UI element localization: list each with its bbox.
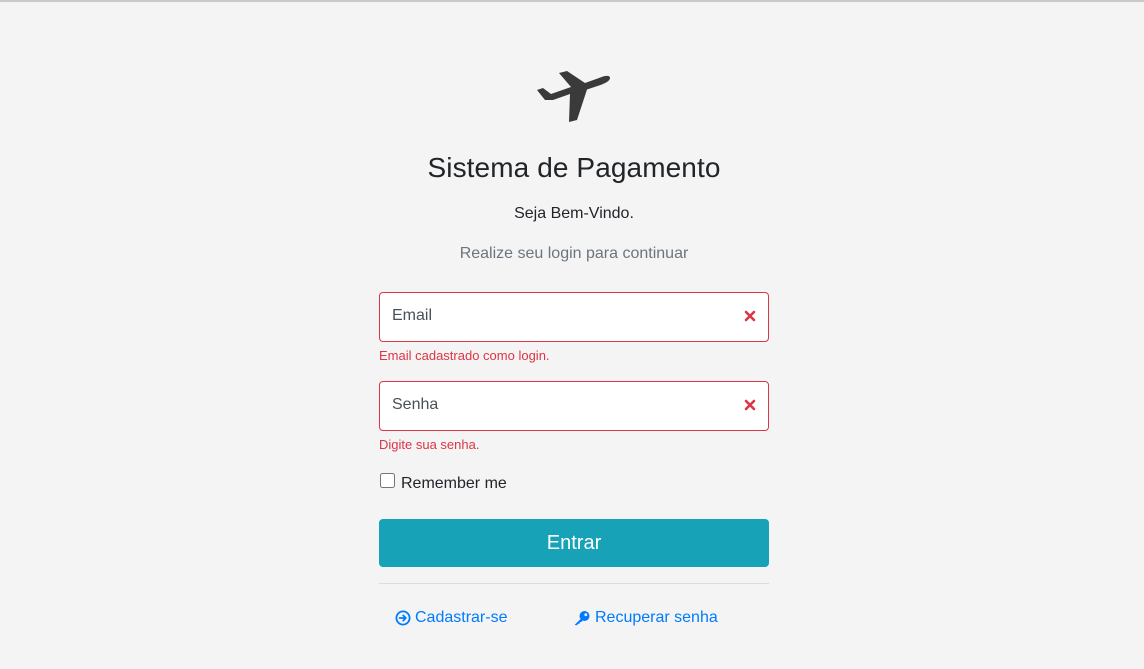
arrow-circle-right-icon — [395, 610, 411, 626]
password-feedback: Digite sua senha. — [379, 437, 480, 452]
welcome-text: Seja Bem-Vindo. — [514, 205, 634, 222]
invalid-x-icon — [744, 310, 756, 322]
remember-me-checkbox[interactable] — [380, 472, 395, 488]
window-top-border — [0, 0, 1144, 2]
divider — [379, 583, 769, 584]
recover-password-link[interactable]: Recuperar senha — [573, 609, 718, 627]
plane-icon — [537, 71, 610, 122]
register-link[interactable]: Cadastrar-se — [395, 609, 507, 627]
remember-me-row: Remember me — [379, 471, 507, 493]
register-link-label: Cadastrar-se — [415, 609, 508, 626]
recover-password-label: Recuperar senha — [595, 609, 718, 626]
remember-me-label[interactable]: Remember me — [401, 475, 507, 493]
password-field[interactable] — [380, 382, 722, 428]
login-button[interactable]: Entrar — [379, 519, 769, 567]
login-instruction: Realize seu login para continuar — [459, 245, 689, 262]
password-field-wrapper — [379, 381, 769, 431]
email-field-wrapper — [379, 292, 769, 342]
page-title: Sistema de Pagamento — [427, 152, 721, 183]
key-icon — [574, 611, 590, 626]
invalid-x-icon — [744, 399, 756, 411]
email-field[interactable] — [380, 293, 722, 339]
email-feedback: Email cadastrado como login. — [379, 348, 550, 363]
